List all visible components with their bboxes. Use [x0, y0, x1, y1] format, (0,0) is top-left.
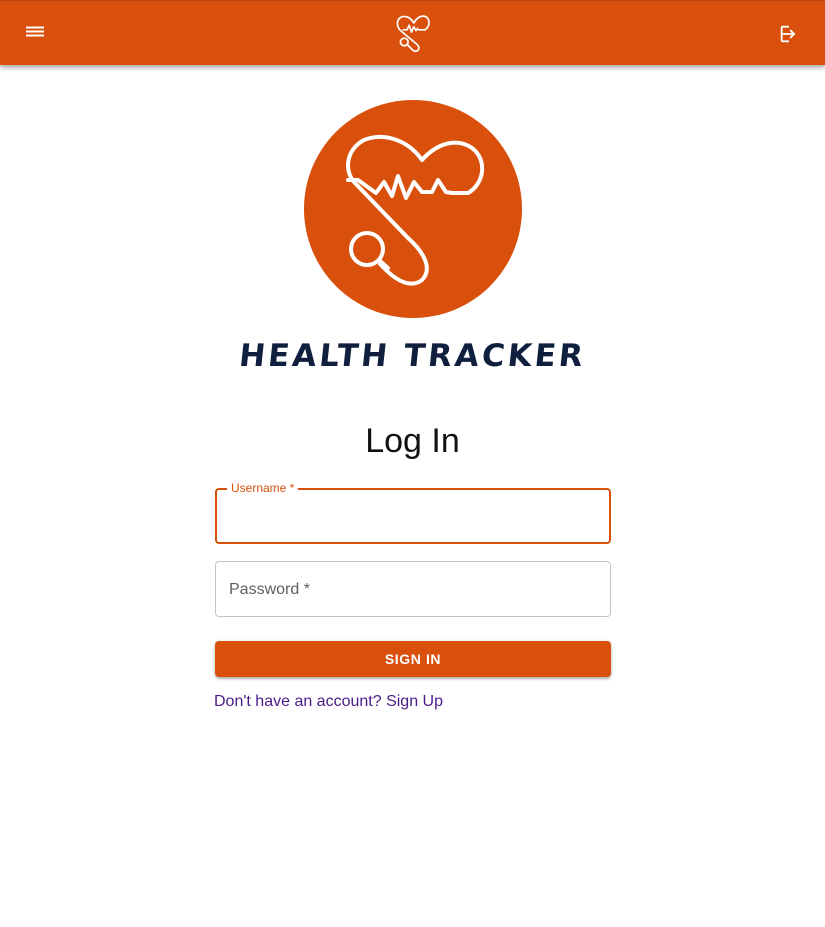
- username-field[interactable]: Username *: [215, 481, 611, 544]
- heart-stethoscope-logo-icon: [304, 100, 522, 318]
- password-field[interactable]: Password *: [215, 561, 611, 617]
- password-input[interactable]: [216, 562, 610, 616]
- page-title: Log In: [365, 422, 460, 460]
- sign-up-link[interactable]: Don't have an account? Sign Up: [214, 693, 443, 711]
- logout-icon: [780, 25, 796, 43]
- menu-button[interactable]: [19, 15, 51, 47]
- heart-stethoscope-logo-icon[interactable]: [394, 13, 432, 55]
- brand-name: HEALTH TRACKER: [237, 338, 588, 374]
- menu-icon: [26, 26, 44, 37]
- app-bar: [0, 0, 825, 65]
- sign-in-button[interactable]: SIGN IN: [215, 641, 611, 677]
- username-input[interactable]: [217, 490, 609, 542]
- logout-button[interactable]: [773, 18, 805, 50]
